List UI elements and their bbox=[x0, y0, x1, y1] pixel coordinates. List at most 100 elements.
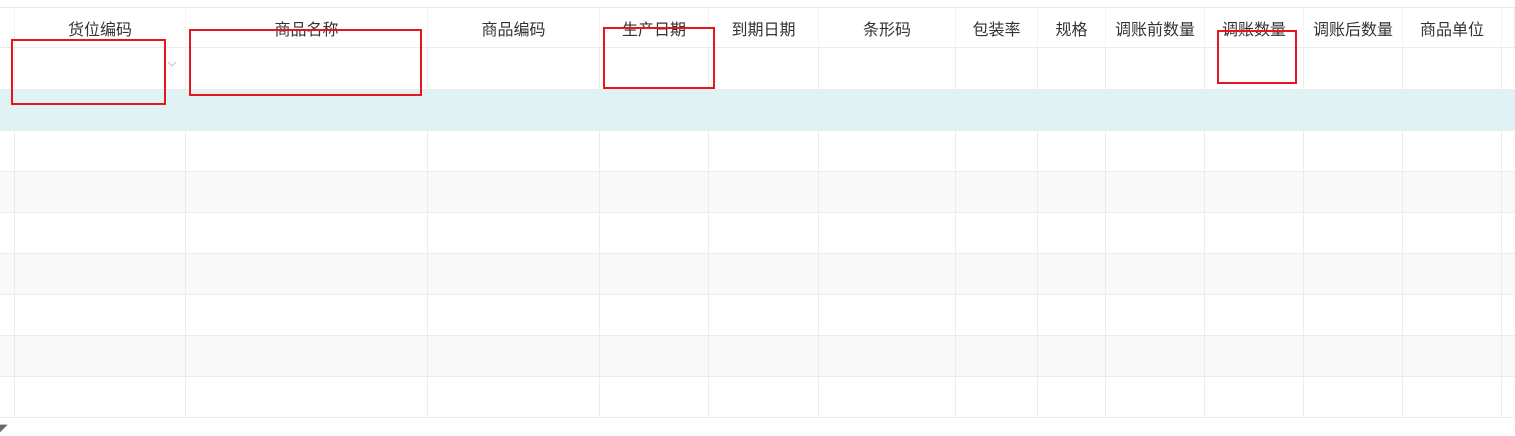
table-cell[interactable] bbox=[956, 172, 1038, 212]
table-cell[interactable] bbox=[709, 131, 819, 171]
table-cell[interactable] bbox=[1205, 90, 1304, 130]
table-cell[interactable] bbox=[15, 336, 186, 376]
table-cell[interactable] bbox=[956, 377, 1038, 417]
table-cell[interactable] bbox=[819, 377, 956, 417]
chevron-down-icon[interactable] bbox=[167, 60, 177, 69]
table-cell[interactable] bbox=[1304, 90, 1403, 130]
header-unit[interactable]: 商品单位 bbox=[1403, 8, 1502, 47]
table-cell[interactable] bbox=[428, 131, 600, 171]
table-cell[interactable] bbox=[956, 254, 1038, 294]
header-qty-after[interactable]: 调账后数量 bbox=[1304, 8, 1403, 47]
table-cell[interactable] bbox=[15, 131, 186, 171]
table-cell[interactable] bbox=[1038, 213, 1106, 253]
table-cell[interactable] bbox=[186, 90, 428, 130]
table-cell[interactable] bbox=[1038, 295, 1106, 335]
table-cell[interactable] bbox=[819, 213, 956, 253]
table-cell[interactable] bbox=[1106, 254, 1205, 294]
table-cell[interactable] bbox=[956, 213, 1038, 253]
table-cell[interactable] bbox=[709, 254, 819, 294]
table-cell[interactable] bbox=[819, 131, 956, 171]
table-cell[interactable] bbox=[600, 90, 709, 130]
production-date-input[interactable] bbox=[600, 48, 709, 89]
table-cell[interactable] bbox=[1304, 377, 1403, 417]
table-cell[interactable] bbox=[428, 90, 600, 130]
table-cell[interactable] bbox=[819, 90, 956, 130]
table-cell[interactable] bbox=[15, 377, 186, 417]
table-cell[interactable] bbox=[1038, 90, 1106, 130]
table-cell[interactable] bbox=[819, 172, 956, 212]
table-cell[interactable] bbox=[1403, 172, 1502, 212]
table-cell[interactable] bbox=[600, 295, 709, 335]
table-cell[interactable] bbox=[1038, 172, 1106, 212]
header-adjust-qty[interactable]: 调账数量 bbox=[1205, 8, 1304, 47]
location-code-select[interactable] bbox=[15, 48, 186, 89]
table-cell[interactable] bbox=[709, 172, 819, 212]
table-cell[interactable] bbox=[1106, 213, 1205, 253]
table-cell[interactable] bbox=[819, 254, 956, 294]
table-cell[interactable] bbox=[1403, 213, 1502, 253]
table-cell[interactable] bbox=[1403, 131, 1502, 171]
unit-cell[interactable] bbox=[1403, 48, 1502, 89]
table-row[interactable] bbox=[0, 213, 1515, 254]
table-cell[interactable] bbox=[1205, 336, 1304, 376]
table-cell[interactable] bbox=[600, 213, 709, 253]
table-cell[interactable] bbox=[186, 377, 428, 417]
table-row[interactable] bbox=[0, 295, 1515, 336]
header-packing-rate[interactable]: 包装率 bbox=[956, 8, 1038, 47]
header-product-name[interactable]: 商品名称 bbox=[186, 8, 428, 47]
table-cell[interactable] bbox=[186, 131, 428, 171]
table-cell[interactable] bbox=[1205, 213, 1304, 253]
product-name-input[interactable] bbox=[186, 48, 428, 89]
table-cell[interactable] bbox=[1205, 131, 1304, 171]
table-cell[interactable] bbox=[186, 172, 428, 212]
product-code-cell[interactable] bbox=[428, 48, 600, 89]
table-cell[interactable] bbox=[186, 213, 428, 253]
table-cell[interactable] bbox=[600, 336, 709, 376]
header-expiry-date[interactable]: 到期日期 bbox=[709, 8, 819, 47]
table-row[interactable] bbox=[0, 254, 1515, 295]
table-cell[interactable] bbox=[1106, 131, 1205, 171]
table-cell[interactable] bbox=[1038, 336, 1106, 376]
table-cell[interactable] bbox=[1205, 172, 1304, 212]
table-cell[interactable] bbox=[1304, 336, 1403, 376]
table-cell[interactable] bbox=[428, 377, 600, 417]
packing-rate-cell[interactable] bbox=[956, 48, 1038, 89]
table-cell[interactable] bbox=[1403, 295, 1502, 335]
table-cell[interactable] bbox=[15, 90, 186, 130]
table-row[interactable] bbox=[0, 336, 1515, 377]
table-cell[interactable] bbox=[1403, 336, 1502, 376]
table-cell[interactable] bbox=[1106, 90, 1205, 130]
table-cell[interactable] bbox=[428, 172, 600, 212]
table-cell[interactable] bbox=[1106, 377, 1205, 417]
table-cell[interactable] bbox=[600, 172, 709, 212]
table-row[interactable] bbox=[0, 172, 1515, 213]
table-cell[interactable] bbox=[15, 295, 186, 335]
table-row[interactable] bbox=[0, 90, 1515, 131]
header-barcode[interactable]: 条形码 bbox=[819, 8, 956, 47]
table-cell[interactable] bbox=[186, 295, 428, 335]
qty-after-cell[interactable] bbox=[1304, 48, 1403, 89]
table-cell[interactable] bbox=[1106, 172, 1205, 212]
qty-before-cell[interactable] bbox=[1106, 48, 1205, 89]
table-cell[interactable] bbox=[600, 131, 709, 171]
table-cell[interactable] bbox=[600, 254, 709, 294]
barcode-cell[interactable] bbox=[819, 48, 956, 89]
table-cell[interactable] bbox=[819, 295, 956, 335]
table-cell[interactable] bbox=[1304, 295, 1403, 335]
header-spec[interactable]: 规格 bbox=[1038, 8, 1106, 47]
table-cell[interactable] bbox=[709, 213, 819, 253]
table-cell[interactable] bbox=[956, 295, 1038, 335]
table-cell[interactable] bbox=[428, 336, 600, 376]
table-row[interactable] bbox=[0, 377, 1515, 418]
table-cell[interactable] bbox=[186, 254, 428, 294]
table-cell[interactable] bbox=[1038, 131, 1106, 171]
header-location-code[interactable]: 货位编码 bbox=[15, 8, 186, 47]
table-cell[interactable] bbox=[1403, 377, 1502, 417]
expiry-date-cell[interactable] bbox=[709, 48, 819, 89]
table-cell[interactable] bbox=[709, 377, 819, 417]
table-cell[interactable] bbox=[15, 254, 186, 294]
header-qty-before[interactable]: 调账前数量 bbox=[1106, 8, 1205, 47]
table-cell[interactable] bbox=[709, 90, 819, 130]
table-cell[interactable] bbox=[1205, 254, 1304, 294]
table-cell[interactable] bbox=[186, 336, 428, 376]
